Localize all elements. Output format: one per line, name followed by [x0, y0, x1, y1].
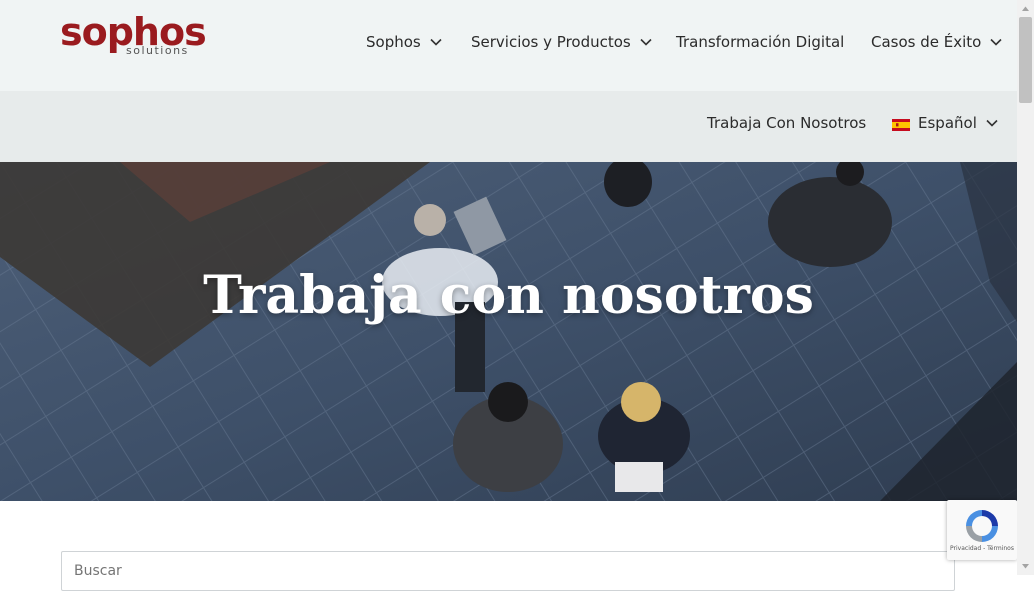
nav-casos-exito[interactable]: Casos de Éxito [871, 30, 1003, 54]
nav-casos-label: Casos de Éxito [871, 33, 982, 51]
page-scrollbar[interactable] [1017, 0, 1034, 575]
recaptcha-badge[interactable]: Privacidad - Términos [947, 500, 1017, 560]
nav-servicios-productos[interactable]: Servicios y Productos [471, 30, 653, 54]
chevron-down-icon [985, 116, 999, 130]
hero-banner: Trabaja con nosotros [0, 162, 1017, 501]
nav-sophos-label: Sophos [366, 33, 421, 51]
hero-background-image [0, 162, 1017, 501]
scroll-up-arrow-icon[interactable] [1017, 0, 1034, 17]
recaptcha-icon [962, 507, 1002, 549]
nav-servicios-label: Servicios y Productos [471, 33, 631, 51]
scrollbar-thumb[interactable] [1019, 17, 1032, 103]
chevron-down-icon [429, 35, 443, 49]
search-input[interactable] [61, 551, 955, 591]
language-label: Español [918, 114, 977, 132]
nav-trabaja-con-nosotros[interactable]: Trabaja Con Nosotros [707, 111, 866, 135]
sophos-logo[interactable]: sophos solutions [60, 12, 207, 62]
chevron-down-icon [989, 35, 1003, 49]
chevron-down-icon [639, 35, 653, 49]
nav-transformacion-digital[interactable]: Transformación Digital [676, 30, 844, 54]
top-header: sophos solutions Sophos Servicios y Prod… [0, 0, 1017, 91]
secondary-header: Trabaja Con Nosotros Español [0, 91, 1017, 162]
nav-transformacion-label: Transformación Digital [676, 33, 845, 51]
hero-title: Trabaja con nosotros [203, 265, 814, 326]
logo-tagline: solutions [126, 44, 189, 57]
language-selector[interactable]: Español [892, 111, 999, 135]
nav-careers-label: Trabaja Con Nosotros [707, 114, 867, 132]
recaptcha-terms[interactable]: Privacidad - Términos [947, 545, 1017, 552]
nav-sophos[interactable]: Sophos [366, 30, 443, 54]
spain-flag-icon [892, 117, 910, 131]
scroll-down-arrow-icon[interactable] [1017, 558, 1034, 575]
